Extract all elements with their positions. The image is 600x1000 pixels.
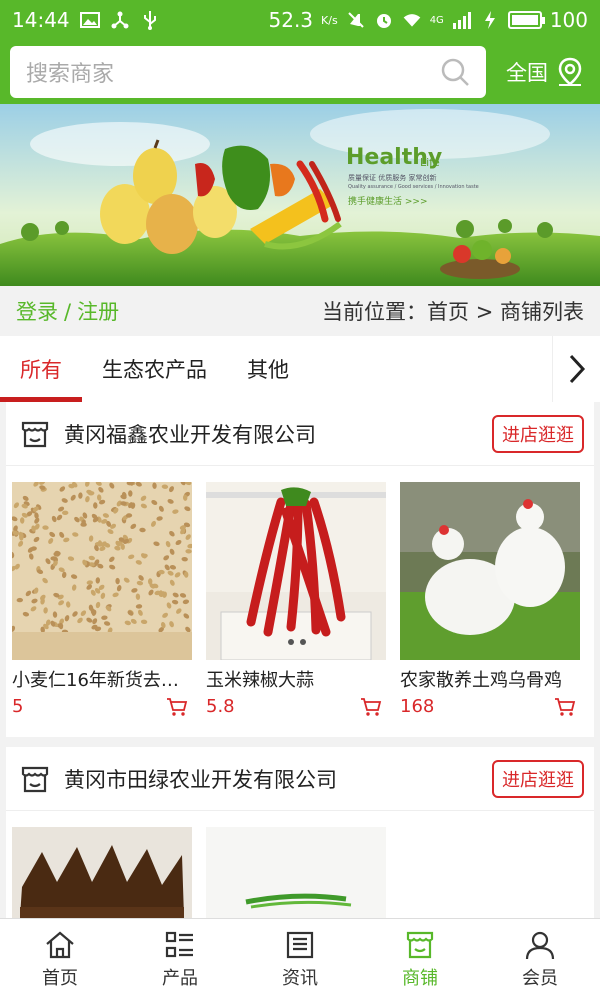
category-tabs: 所有 生态农产品 其他 xyxy=(0,336,600,402)
product-card[interactable] xyxy=(206,827,386,918)
news-icon xyxy=(286,931,314,958)
image-icon xyxy=(79,12,100,28)
enter-shop-button[interactable]: 进店逛逛 xyxy=(492,414,584,453)
store-icon xyxy=(21,421,49,447)
banner-slogan: 携手健康生活 >>> xyxy=(348,195,427,207)
shop-header[interactable]: 黄冈市田绿农业开发有限公司 进店逛逛 xyxy=(6,747,594,811)
region-label: 全国 xyxy=(506,61,548,85)
product-card[interactable]: 玉米辣椒大蒜 5.8 xyxy=(206,482,386,717)
login-breadcrumb-row: 登录 / 注册 当前位置：首页 > 商铺列表 xyxy=(0,286,600,336)
nav-news-label: 资讯 xyxy=(282,967,318,989)
product-card[interactable]: 小麦仁16年新货去… 5 xyxy=(12,482,192,717)
nav-home[interactable]: 首页 xyxy=(0,919,120,1000)
nav-shops-label: 商铺 xyxy=(402,967,438,989)
register-link[interactable]: 注册 xyxy=(77,300,119,324)
login-link[interactable]: 登录 xyxy=(16,300,58,324)
banner-headline-suffix: Life xyxy=(420,156,440,169)
wifi-icon xyxy=(403,14,421,27)
product-price: 168 xyxy=(400,696,435,717)
product-price: 5.8 xyxy=(206,696,235,717)
tab-other[interactable]: 其他 xyxy=(227,336,309,402)
tab-eco-agri-products[interactable]: 生态农产品 xyxy=(82,336,227,402)
product-image-chili-corn-garlic[interactable] xyxy=(206,482,386,660)
product-grid-icon xyxy=(165,931,193,957)
network-speed-unit: K/s xyxy=(321,13,338,27)
breadcrumb: 当前位置：首页 > 商铺列表 xyxy=(322,300,584,324)
network-speed: 52.3 xyxy=(268,8,314,32)
chevron-right-icon xyxy=(569,354,585,384)
nav-products-label: 产品 xyxy=(162,967,198,989)
mute-icon xyxy=(347,12,364,28)
usb-icon xyxy=(143,11,156,30)
shop-icon xyxy=(406,931,434,958)
product-name[interactable]: 小麦仁16年新货去… xyxy=(12,666,192,692)
tabs-next-button[interactable] xyxy=(552,336,600,402)
product-row: 小麦仁16年新货去… 5 玉米辣椒大蒜 5.8 农家散养土鸡乌骨鸡 168 xyxy=(6,466,594,737)
shop-name[interactable]: 黄冈市田绿农业开发有限公司 xyxy=(64,764,337,794)
search-placeholder: 搜索商家 xyxy=(26,62,115,87)
nav-products[interactable]: 产品 xyxy=(120,919,240,1000)
nav-member[interactable]: 会员 xyxy=(480,919,600,1000)
store-icon xyxy=(21,766,49,792)
home-icon xyxy=(46,931,74,958)
tab-all[interactable]: 所有 xyxy=(0,336,82,402)
cart-icon[interactable] xyxy=(166,697,188,717)
product-card[interactable] xyxy=(12,827,192,918)
login-register: 登录 / 注册 xyxy=(16,296,119,326)
nav-home-label: 首页 xyxy=(42,967,78,989)
wheat-grain xyxy=(128,490,133,497)
nav-news[interactable]: 资讯 xyxy=(240,919,360,1000)
product-name[interactable]: 农家散养土鸡乌骨鸡 xyxy=(400,666,580,692)
cart-icon[interactable] xyxy=(554,697,576,717)
shop-list: 黄冈福鑫农业开发有限公司 进店逛逛 小麦仁16年新货去… 5 玉米辣椒大蒜 5.… xyxy=(0,402,600,918)
wheat-grain xyxy=(147,578,153,585)
nav-member-label: 会员 xyxy=(522,967,558,989)
product-row xyxy=(6,811,594,918)
cart-icon[interactable] xyxy=(360,697,382,717)
login-separator: / xyxy=(64,300,72,324)
product-name[interactable]: 玉米辣椒大蒜 xyxy=(206,666,386,692)
nav-shops[interactable]: 商铺 xyxy=(360,919,480,1000)
banner-line-2: Quality assurance / Good services / Inno… xyxy=(348,184,479,190)
product-price: 5 xyxy=(12,696,24,717)
location-pin-icon xyxy=(558,57,582,86)
status-bar: 14:44 52.3 K/s 4G 100 xyxy=(0,0,600,40)
charging-icon xyxy=(484,11,495,29)
product-image-silkie-chicken[interactable] xyxy=(400,482,580,660)
enter-shop-button[interactable]: 进店逛逛 xyxy=(492,759,584,798)
search-icon[interactable] xyxy=(440,57,470,87)
signal-icon xyxy=(452,12,471,29)
product-image-dessert[interactable] xyxy=(12,827,192,918)
share-icon xyxy=(111,11,129,29)
search-input[interactable]: 搜索商家 xyxy=(10,46,486,98)
battery-percent: 100 xyxy=(549,8,588,32)
header: 搜索商家 全国 xyxy=(0,40,600,104)
product-image-greens[interactable] xyxy=(206,827,386,918)
battery-icon xyxy=(507,11,545,29)
shop-name[interactable]: 黄冈福鑫农业开发有限公司 xyxy=(64,419,316,449)
shop-card: 黄冈福鑫农业开发有限公司 进店逛逛 小麦仁16年新货去… 5 玉米辣椒大蒜 5.… xyxy=(6,402,594,737)
bottom-nav: 首页 产品 资讯 商铺 会员 xyxy=(0,918,600,1000)
member-icon xyxy=(525,931,555,959)
network-type: 4G xyxy=(429,14,444,26)
product-image-wheat[interactable] xyxy=(12,482,192,660)
product-card[interactable]: 农家散养土鸡乌骨鸡 168 xyxy=(400,482,580,717)
alarm-icon xyxy=(376,14,391,28)
status-time: 14:44 xyxy=(12,8,70,32)
promo-banner[interactable]: Healthy Life 质量保证 优质服务 家常创新 Quality assu… xyxy=(0,104,600,286)
region-selector[interactable]: 全国 xyxy=(506,57,590,87)
banner-line-1: 质量保证 优质服务 家常创新 xyxy=(348,173,436,182)
shop-header[interactable]: 黄冈福鑫农业开发有限公司 进店逛逛 xyxy=(6,402,594,466)
shop-card: 黄冈市田绿农业开发有限公司 进店逛逛 xyxy=(6,747,594,918)
